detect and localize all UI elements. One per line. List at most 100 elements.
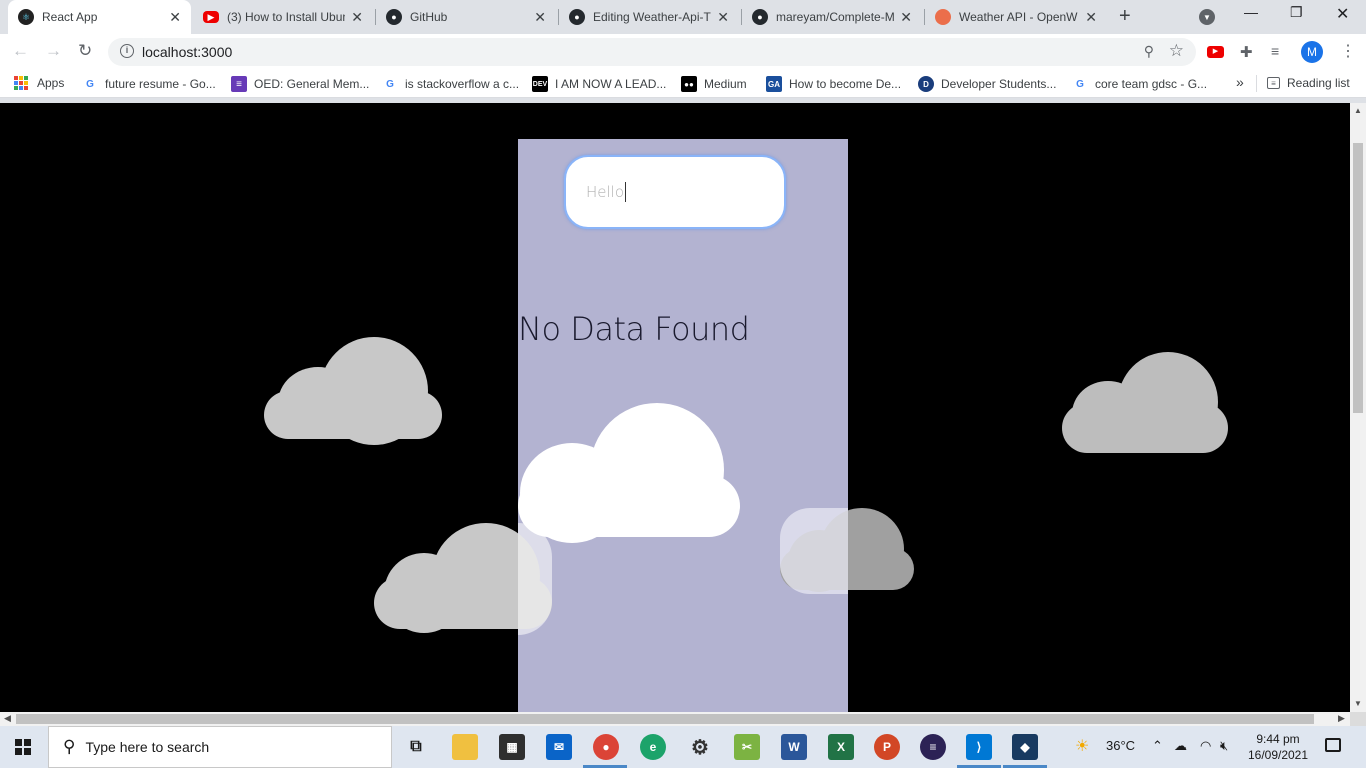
tab-title: Editing Weather-Api-T	[593, 10, 711, 24]
taskbar-clock[interactable]: 9:44 pm 16/09/2021	[1245, 731, 1311, 763]
windows-taskbar: ⚲ Type here to search ⧉ ▦ ✉ ● e ⚙ ✂ W X …	[0, 726, 1366, 768]
edge-icon[interactable]: e	[640, 734, 666, 760]
show-hidden-icons-icon[interactable]: ⌃	[1152, 738, 1163, 754]
bookmark-dev-lead[interactable]: DEV I AM NOW A LEAD...	[532, 76, 666, 92]
bookmark-medium[interactable]: ●● Medium	[681, 76, 747, 92]
close-icon[interactable]: ✕	[169, 9, 181, 26]
settings-gear-icon[interactable]: ⚙	[687, 734, 713, 760]
close-icon[interactable]: ✕	[534, 9, 546, 26]
close-window-icon[interactable]: ✕	[1336, 4, 1349, 24]
bookmarks-bar: Apps G future resume - Go... ≡ OED: Gene…	[0, 70, 1366, 98]
ga-icon: GA	[766, 76, 782, 92]
microsoft-store-icon[interactable]: ▦	[499, 734, 525, 760]
notification-center-icon[interactable]	[1325, 738, 1341, 752]
google-icon: G	[86, 78, 94, 90]
windows-start-icon[interactable]	[15, 739, 31, 755]
tab-search-icon[interactable]: ▼	[1199, 9, 1215, 25]
close-icon[interactable]: ✕	[351, 9, 363, 26]
tab-title: React App	[42, 10, 98, 24]
scroll-down-icon[interactable]: ▼	[1354, 699, 1362, 708]
chrome-icon[interactable]: ●	[593, 734, 619, 760]
empty-state-message: No Data Found	[518, 310, 750, 348]
tab-title: GitHub	[410, 10, 448, 24]
extensions-icon[interactable]: ✚	[1240, 43, 1253, 61]
reload-icon[interactable]: ↻	[78, 41, 92, 61]
bookmark-oed[interactable]: ≡ OED: General Mem...	[231, 76, 369, 92]
bookmark-label: Medium	[704, 77, 747, 91]
scroll-left-icon[interactable]: ◀	[4, 713, 11, 724]
tab-youtube[interactable]: ▶ (3) How to Install Ubun ✕	[193, 0, 373, 34]
scroll-up-icon[interactable]: ▲	[1354, 106, 1362, 115]
vertical-scrollbar[interactable]: ▲ ▼	[1350, 103, 1366, 712]
search-icon: ⚲	[63, 737, 76, 756]
excel-icon[interactable]: X	[828, 734, 854, 760]
minimize-icon[interactable]: —	[1244, 4, 1258, 20]
restore-icon[interactable]: ❐	[1290, 4, 1303, 21]
wifi-icon[interactable]: ◠	[1200, 738, 1211, 754]
clock-time: 9:44 pm	[1256, 732, 1300, 746]
close-icon[interactable]: ✕	[1085, 9, 1097, 26]
file-explorer-icon[interactable]	[452, 734, 478, 760]
taskbar-search-box[interactable]: ⚲ Type here to search	[48, 726, 392, 768]
scroll-thumb[interactable]	[16, 714, 1314, 724]
bookmark-label: core team gdsc - G...	[1095, 77, 1208, 91]
bookmark-stackoverflow[interactable]: G is stackoverflow a c...	[382, 76, 519, 92]
horizontal-scrollbar[interactable]: ◀ ▶	[0, 712, 1350, 726]
zoom-icon[interactable]: ⚲	[1144, 43, 1154, 60]
scroll-thumb[interactable]	[1353, 143, 1363, 413]
word-icon[interactable]: W	[781, 734, 807, 760]
task-view-icon[interactable]: ⧉	[403, 734, 429, 760]
site-info-icon[interactable]: i	[120, 44, 134, 58]
scrollbar-corner	[1350, 712, 1366, 726]
virtualbox-icon[interactable]: ◆	[1012, 734, 1038, 760]
cloud-icon	[780, 508, 914, 594]
bookmark-future-resume[interactable]: G future resume - Go...	[82, 76, 216, 92]
tab-mareyam-complete[interactable]: ● mareyam/Complete-M ✕	[742, 0, 922, 34]
powerpoint-icon[interactable]: P	[874, 734, 900, 760]
close-icon[interactable]: ✕	[717, 9, 729, 26]
taskbar-search-placeholder: Type here to search	[85, 739, 210, 755]
bookmark-how-to-become[interactable]: GA How to become De...	[766, 76, 901, 92]
bookmark-label: How to become De...	[789, 77, 902, 91]
page-viewport: Hello No Data Found	[0, 103, 1350, 712]
snipping-tool-icon[interactable]: ✂	[734, 734, 760, 760]
new-tab-button[interactable]: +	[1119, 5, 1131, 28]
github-icon: ●	[569, 9, 585, 25]
menu-icon[interactable]: ⋮	[1340, 41, 1356, 61]
bookmark-star-icon[interactable]: ☆	[1169, 41, 1184, 61]
bookmark-divider	[1256, 75, 1257, 92]
scroll-right-icon[interactable]: ▶	[1338, 713, 1345, 724]
profile-avatar[interactable]: M	[1301, 41, 1323, 63]
tab-title: mareyam/Complete-M	[776, 10, 895, 24]
browser-toolbar: ← → ↻ i localhost:3000 ⚲ ☆ ▶ ✚ ≡ M ⋮	[0, 34, 1366, 70]
forward-icon[interactable]: →	[45, 41, 62, 61]
text-caret	[625, 182, 627, 202]
bookmarks-overflow-button[interactable]: »	[1236, 74, 1244, 90]
bookmark-developer-students[interactable]: D Developer Students...	[918, 76, 1056, 92]
bookmark-core-team-gdsc[interactable]: G core team gdsc - G...	[1072, 76, 1207, 92]
tab-weather-api-openweather[interactable]: Weather API - OpenW ✕	[925, 0, 1107, 34]
city-search-input[interactable]: Hello	[564, 155, 786, 229]
close-icon[interactable]: ✕	[900, 9, 912, 26]
mail-icon[interactable]: ✉	[546, 734, 572, 760]
tab-github[interactable]: ● GitHub ✕	[376, 0, 556, 34]
apps-grid-icon	[14, 76, 28, 90]
cloud-icon	[518, 403, 740, 543]
bookmark-label: I AM NOW A LEAD...	[555, 77, 667, 91]
reading-list-label: Reading list	[1287, 76, 1350, 90]
vscode-icon[interactable]: ⟩	[966, 734, 992, 760]
eclipse-icon[interactable]: ≡	[920, 734, 946, 760]
weather-temperature[interactable]: 36°C	[1106, 738, 1135, 753]
address-bar[interactable]: i localhost:3000 ⚲ ☆	[108, 38, 1196, 66]
tab-react-app[interactable]: ⚛ React App ✕	[8, 0, 191, 34]
media-controls-icon[interactable]: ≡	[1271, 43, 1279, 59]
youtube-extension-icon[interactable]: ▶	[1207, 46, 1224, 58]
bookmark-apps[interactable]: Apps	[14, 76, 64, 90]
volume-muted-icon[interactable]: 🔇︎	[1220, 738, 1228, 754]
weather-sun-icon[interactable]: ☀	[1075, 736, 1089, 756]
address-url[interactable]: localhost:3000	[142, 44, 232, 60]
tab-editing-weather-api[interactable]: ● Editing Weather-Api-T ✕	[559, 0, 739, 34]
reading-list-button[interactable]: ≡ Reading list	[1267, 76, 1350, 90]
back-icon[interactable]: ←	[12, 41, 29, 61]
onedrive-icon[interactable]: ☁	[1174, 738, 1187, 754]
